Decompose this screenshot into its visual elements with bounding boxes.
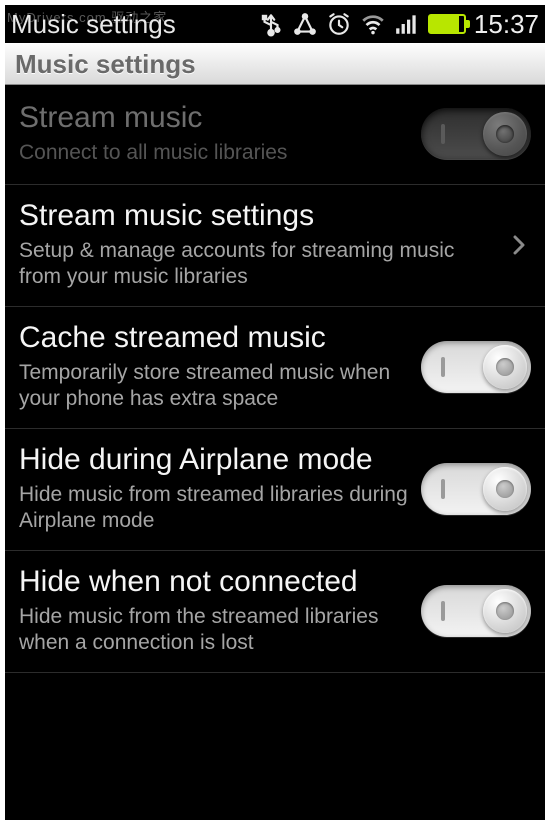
status-time: 15:37 — [474, 9, 539, 40]
row-text: Cache streamed music Temporarily store s… — [19, 321, 421, 412]
share-icon — [292, 11, 318, 37]
row-subtitle: Temporarily store streamed music when yo… — [19, 360, 411, 413]
row-stream-music-settings[interactable]: Stream music settings Setup & manage acc… — [5, 185, 545, 307]
battery-icon — [428, 14, 466, 34]
toggle-knob — [483, 589, 527, 633]
row-subtitle: Setup & manage accounts for streaming mu… — [19, 238, 497, 291]
toggle-cache-streamed-music[interactable] — [421, 341, 531, 393]
row-cache-streamed-music: Cache streamed music Temporarily store s… — [5, 307, 545, 429]
row-text: Stream music settings Setup & manage acc… — [19, 199, 507, 290]
usb-icon — [258, 11, 284, 37]
signal-icon — [394, 11, 420, 37]
row-subtitle: Connect to all music libraries — [19, 140, 411, 166]
row-subtitle: Hide music from the streamed libraries w… — [19, 604, 411, 657]
toggle-track-mark — [441, 357, 445, 377]
row-title: Cache streamed music — [19, 321, 411, 356]
status-title: Music settings — [11, 9, 258, 40]
row-title: Stream music — [19, 101, 411, 136]
row-title: Hide during Airplane mode — [19, 443, 411, 478]
wifi-icon — [360, 11, 386, 37]
row-title: Hide when not connected — [19, 565, 411, 600]
section-header: Music settings — [5, 43, 545, 85]
status-icons: 15:37 — [258, 9, 539, 40]
chevron-right-icon — [507, 233, 531, 257]
toggle-knob — [483, 112, 527, 156]
section-header-label: Music settings — [15, 49, 196, 80]
settings-list: Stream music Connect to all music librar… — [5, 85, 545, 673]
row-hide-airplane-mode: Hide during Airplane mode Hide music fro… — [5, 429, 545, 551]
row-text: Hide during Airplane mode Hide music fro… — [19, 443, 421, 534]
toggle-knob — [483, 467, 527, 511]
toggle-track-mark — [441, 124, 445, 144]
status-bar: Music settings 15:37 — [5, 5, 545, 43]
row-stream-music: Stream music Connect to all music librar… — [5, 85, 545, 185]
toggle-hide-airplane-mode[interactable] — [421, 463, 531, 515]
row-text: Hide when not connected Hide music from … — [19, 565, 421, 656]
toggle-track-mark — [441, 479, 445, 499]
alarm-icon — [326, 11, 352, 37]
toggle-hide-not-connected[interactable] — [421, 585, 531, 637]
toggle-knob — [483, 345, 527, 389]
row-text: Stream music Connect to all music librar… — [19, 101, 421, 166]
row-hide-not-connected: Hide when not connected Hide music from … — [5, 551, 545, 673]
toggle-stream-music[interactable] — [421, 108, 531, 160]
row-subtitle: Hide music from streamed libraries durin… — [19, 482, 411, 535]
screen: MyDrivers.com 驱动之家 Music settings 15:37 — [5, 5, 545, 820]
row-title: Stream music settings — [19, 199, 497, 234]
toggle-track-mark — [441, 601, 445, 621]
